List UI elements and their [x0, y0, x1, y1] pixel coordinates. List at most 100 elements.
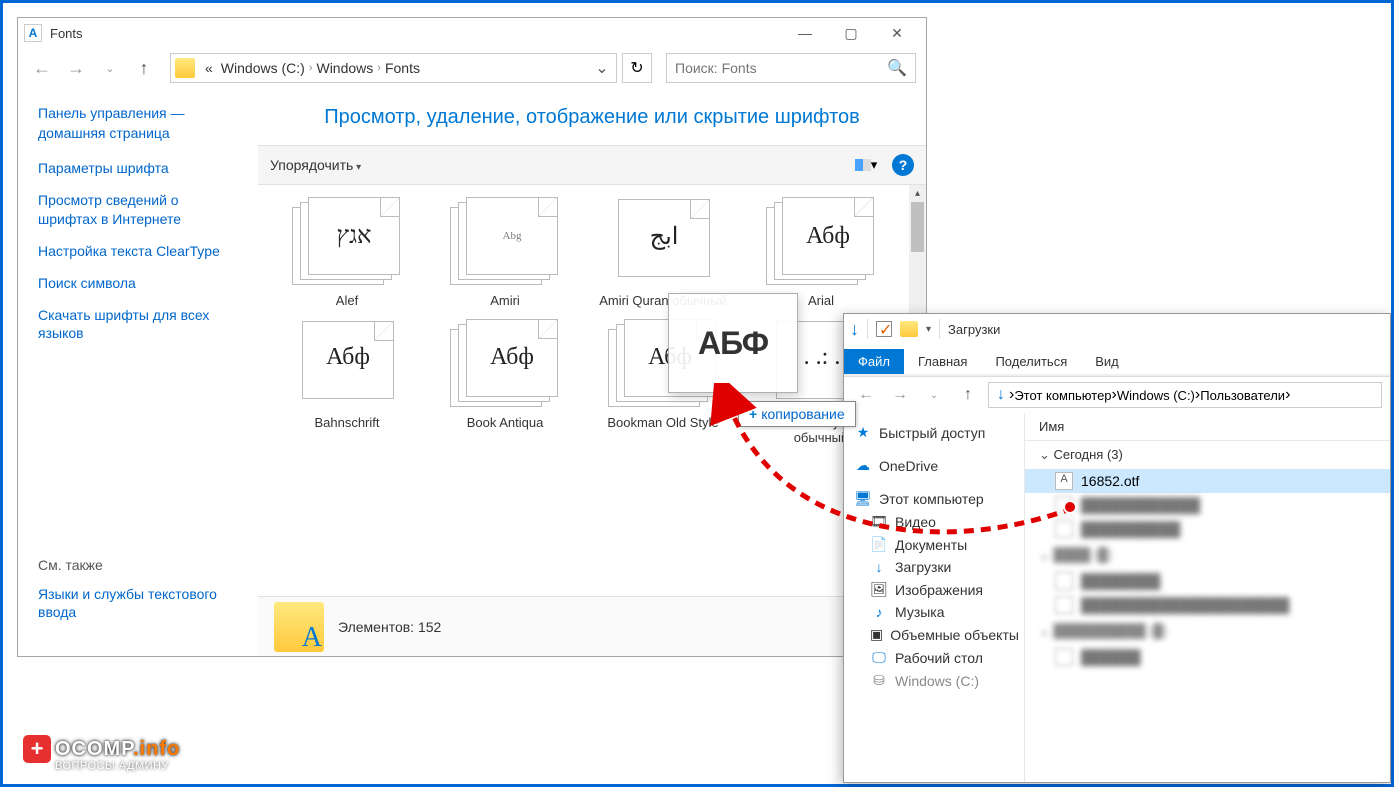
font-preview-icon: Абф: [292, 319, 402, 409]
folder-icon: [900, 321, 918, 337]
pc-icon: 🖥: [854, 490, 872, 507]
font-item[interactable]: אגץ Alef: [272, 197, 422, 309]
tree-quick-access[interactable]: ★Быстрый доступ: [854, 421, 1014, 444]
font-sample-text: Абф: [466, 319, 558, 397]
video-icon: 🎞: [870, 513, 888, 530]
breadcrumb-part[interactable]: Fonts: [381, 60, 424, 76]
font-item[interactable]: АбфBook Antiqua: [430, 319, 580, 446]
music-icon: ♪: [870, 604, 888, 620]
scroll-up-icon[interactable]: ▴: [909, 185, 926, 202]
column-header-name[interactable]: Имя: [1025, 413, 1390, 441]
control-panel-home-link[interactable]: Панель управления — домашняя страница: [38, 104, 238, 143]
fonts-folder-icon: [274, 602, 324, 652]
file-icon: [1055, 596, 1073, 614]
sidebar-link[interactable]: Поиск символа: [38, 274, 238, 292]
font-item[interactable]: Abg Amiri: [430, 197, 580, 309]
folder-icon: [175, 58, 195, 78]
tree-this-pc[interactable]: 🖥Этот компьютер: [854, 487, 1014, 510]
file-icon: [1055, 520, 1073, 538]
recent-dropdown[interactable]: ⌄: [920, 381, 948, 409]
nav-tree: ★Быстрый доступ ☁OneDrive 🖥Этот компьюте…: [844, 413, 1024, 782]
watermark-sub: ВОПРОСЫ АДМИНУ: [55, 760, 180, 772]
breadcrumb-part[interactable]: Windows (C:): [217, 60, 309, 76]
tab-home[interactable]: Главная: [904, 349, 981, 374]
font-item[interactable]: АбфBahnschrift: [272, 319, 422, 446]
file-icon: [1055, 648, 1073, 666]
back-button[interactable]: ←: [28, 54, 56, 82]
tree-item[interactable]: ↓Загрузки: [854, 556, 1014, 578]
breadcrumb-part[interactable]: Windows: [312, 60, 377, 76]
up-button[interactable]: ↑: [130, 54, 158, 82]
search-box[interactable]: 🔍: [666, 53, 916, 83]
font-preview-icon: Abg: [450, 197, 560, 287]
tree-item[interactable]: 🖵Рабочий стол: [854, 646, 1014, 669]
up-button[interactable]: ↑: [954, 381, 982, 409]
sidebar-link[interactable]: Скачать шрифты для всех языков: [38, 306, 238, 342]
recent-dropdown[interactable]: ⌄: [96, 54, 124, 82]
3d-icon: ▣: [870, 626, 883, 643]
tree-item[interactable]: 📄Документы: [854, 533, 1014, 556]
tree-item[interactable]: ⛁Windows (C:): [854, 669, 1014, 692]
breadcrumb-part[interactable]: Windows (C:): [1117, 388, 1195, 403]
help-button[interactable]: ?: [892, 154, 914, 176]
search-input[interactable]: [675, 60, 887, 76]
organize-button[interactable]: Упорядочить: [270, 157, 361, 173]
maximize-button[interactable]: ▢: [828, 19, 874, 47]
font-label: Bookman Old Style: [607, 415, 718, 431]
tree-item[interactable]: ♪Музыка: [854, 601, 1014, 623]
sidebar-link-see-also[interactable]: Языки и службы текстового ввода: [38, 585, 238, 621]
address-dropdown[interactable]: ⌄: [592, 58, 612, 78]
dl-window-title: Загрузки: [948, 322, 1000, 337]
font-label: Amiri: [490, 293, 520, 309]
quick-access-icon[interactable]: ↓: [850, 319, 859, 340]
breadcrumb-part[interactable]: Этот компьютер: [1014, 388, 1111, 403]
view-mode-button[interactable]: ▾: [850, 153, 882, 177]
see-also-label: См. также: [38, 557, 238, 573]
font-grid: אגץAlefAbgAmiriابجAmiri Quran обычныйАбф…: [258, 185, 926, 596]
breadcrumb-part[interactable]: Пользователи: [1200, 388, 1285, 403]
sidebar-link[interactable]: Настройка текста ClearType: [38, 242, 238, 260]
sidebar-link[interactable]: Просмотр сведений о шрифтах в Интернете: [38, 191, 238, 227]
minimize-button[interactable]: —: [782, 19, 828, 47]
sidebar-link[interactable]: Параметры шрифта: [38, 159, 238, 177]
cloud-icon: ☁: [854, 457, 872, 474]
close-button[interactable]: ✕: [874, 19, 920, 47]
downloads-window: ↓ ✓ ▾ Загрузки Файл Главная Поделиться В…: [843, 313, 1391, 783]
font-label: Alef: [336, 293, 358, 309]
refresh-button[interactable]: ↻: [622, 53, 652, 83]
back-button[interactable]: ←: [852, 381, 880, 409]
group-blurred: ██████████ (█): [1025, 617, 1390, 645]
chevron-right-icon: ›: [1285, 386, 1290, 404]
sidebar: Панель управления — домашняя страница Па…: [18, 88, 258, 656]
file-item[interactable]: ████████: [1025, 569, 1390, 593]
tree-item[interactable]: 🎞Видео: [854, 510, 1014, 533]
font-item[interactable]: ابجAmiri Quran обычный: [588, 197, 738, 309]
address-bar[interactable]: « Windows (C:) › Windows › Fonts ⌄: [170, 53, 617, 83]
group-today[interactable]: Сегодня (3): [1025, 441, 1390, 469]
divider: [867, 319, 868, 339]
dl-address-bar[interactable]: ↓ › Этот компьютер › Windows (C:) › Поль…: [988, 382, 1382, 408]
tab-share[interactable]: Поделиться: [981, 349, 1081, 374]
font-label: Arial: [808, 293, 834, 309]
file-item[interactable]: ██████: [1025, 645, 1390, 669]
drag-ghost: АБФ: [668, 293, 798, 393]
tree-item[interactable]: ▣Объемные объекты: [854, 623, 1014, 646]
file-item[interactable]: ████████████: [1025, 493, 1390, 517]
forward-button[interactable]: →: [886, 381, 914, 409]
scroll-thumb[interactable]: [911, 202, 924, 252]
tree-onedrive[interactable]: ☁OneDrive: [854, 454, 1014, 477]
font-sample-text: Абф: [782, 197, 874, 275]
checkbox-icon[interactable]: ✓: [876, 321, 892, 337]
file-item[interactable]: █████████████████████: [1025, 593, 1390, 617]
font-item[interactable]: Абф Arial: [746, 197, 896, 309]
tab-view[interactable]: Вид: [1081, 349, 1133, 374]
forward-button[interactable]: →: [62, 54, 90, 82]
font-preview-icon: אגץ: [292, 197, 402, 287]
qa-dropdown[interactable]: ▾: [926, 324, 931, 335]
file-item-selected[interactable]: 16852.otf: [1025, 469, 1390, 493]
font-file-icon: [1055, 472, 1073, 490]
downloads-icon: ↓: [997, 386, 1005, 404]
tab-file[interactable]: Файл: [844, 349, 904, 374]
file-item[interactable]: ██████████: [1025, 517, 1390, 541]
tree-item[interactable]: 🖼Изображения: [854, 578, 1014, 601]
